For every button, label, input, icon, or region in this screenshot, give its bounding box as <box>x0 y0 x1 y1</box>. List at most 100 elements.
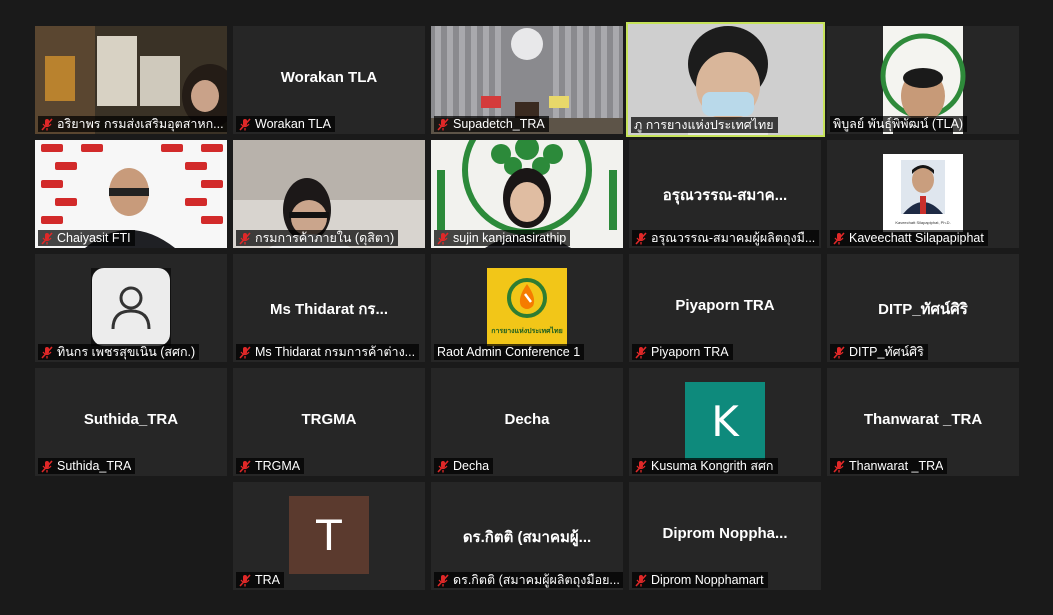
participant-name: Ms Thidarat กรมการค้าต่าง... <box>255 345 416 359</box>
name-bar: Piyaporn TRA <box>632 344 733 360</box>
muted-mic-icon <box>635 459 647 473</box>
participant-name: Chaiyasit FTI <box>57 231 131 245</box>
person-photo <box>901 160 945 214</box>
name-bar: Diprom Nopphamart <box>632 572 768 588</box>
participant-tile[interactable]: Diprom Noppha... Diprom Nopphamart <box>629 482 821 590</box>
participant-name: Worakan TLA <box>255 117 331 131</box>
participant-display-name: TRGMA <box>301 411 357 428</box>
muted-mic-icon <box>41 117 53 131</box>
participant-tile[interactable]: อริยาพร กรมส่งเสริมอุตสาหก... <box>35 26 227 134</box>
avatar-letter: K <box>711 396 739 446</box>
participant-display-name: Thanwarat _TRA <box>863 411 983 428</box>
name-bar: Ms Thidarat กรมการค้าต่าง... <box>236 344 420 360</box>
participant-name: sujin kanjanasirathip <box>453 231 567 245</box>
name-bar: Supadetch_TRA <box>434 116 549 132</box>
participant-tile-active-speaker[interactable]: ภู การยางแห่งประเทศไทย <box>626 22 825 137</box>
name-bar: Kaveechatt Silapapiphat <box>830 230 988 246</box>
participant-display-name: อรุณวรรณ-สมาค... <box>662 187 788 204</box>
name-bar: ภู การยางแห่งประเทศไทย <box>631 117 778 133</box>
participant-display-name: Diprom Noppha... <box>662 525 788 542</box>
participant-name: Kaveechatt Silapapiphat <box>849 231 984 245</box>
participant-name: Thanwarat _TRA <box>849 459 944 473</box>
name-bar: TRA <box>236 572 284 588</box>
participant-tile[interactable]: Thanwarat _TRA Thanwarat _TRA <box>827 368 1019 476</box>
muted-mic-icon <box>41 231 53 245</box>
muted-mic-icon <box>41 345 53 359</box>
participant-tile[interactable]: Kaveechatt Silapapiphat, Ph.D. Kaveechat… <box>827 140 1019 248</box>
participant-tile[interactable]: TRGMA TRGMA <box>233 368 425 476</box>
avatar-letter: T <box>316 510 342 560</box>
name-bar: DITP_ทัศน์ศิริ <box>830 344 928 360</box>
participant-tile[interactable]: พิบูลย์ พันธุ์พิพัฒน์ (TLA) <box>827 26 1019 134</box>
participant-name: Decha <box>453 459 490 473</box>
name-bar: Raot Admin Conference 1 <box>434 344 585 360</box>
muted-mic-icon <box>437 459 449 473</box>
muted-mic-icon <box>635 231 647 245</box>
muted-mic-icon <box>239 231 251 245</box>
participant-name: Supadetch_TRA <box>453 117 545 131</box>
participant-display-name: Worakan TLA <box>280 69 378 86</box>
muted-mic-icon <box>635 345 647 359</box>
participant-tile[interactable]: K Kusuma Kongrith สศก <box>629 368 821 476</box>
participant-tile[interactable]: DITP_ทัศน์ศิริ DITP_ทัศน์ศิริ <box>827 254 1019 362</box>
picture-caption: Kaveechatt Silapapiphat, Ph.D. <box>895 220 951 225</box>
muted-mic-icon <box>437 573 449 587</box>
participant-tile[interactable]: T TRA <box>233 482 425 590</box>
muted-mic-icon <box>833 459 845 473</box>
default-avatar <box>91 268 171 346</box>
letter-avatar: K <box>685 382 765 460</box>
participant-tile[interactable]: Chaiyasit FTI <box>35 140 227 248</box>
name-bar: TRGMA <box>236 458 305 474</box>
name-bar: Chaiyasit FTI <box>38 230 135 246</box>
participant-display-name: Ms Thidarat กร... <box>270 301 388 318</box>
logo-text: การยางแห่งประเทศไทย <box>491 328 563 335</box>
participant-tile[interactable]: Worakan TLA Worakan TLA <box>233 26 425 134</box>
participant-tile[interactable]: ดร.กิตติ (สมาคมผู้... ดร.กิตติ (สมาคมผู้… <box>431 482 623 590</box>
name-bar: กรมการค้าภายใน (ดุสิตา) <box>236 230 399 246</box>
name-bar: Suthida_TRA <box>38 458 136 474</box>
participant-name: พิบูลย์ พันธุ์พิพัฒน์ (TLA) <box>833 117 964 131</box>
participant-name: ทินกร เพชรสุขเนิน (สศก.) <box>57 345 196 359</box>
name-bar: Decha <box>434 458 494 474</box>
participant-tile[interactable]: ทินกร เพชรสุขเนิน (สศก.) <box>35 254 227 362</box>
participant-tile[interactable]: Supadetch_TRA <box>431 26 623 134</box>
participant-display-name: ดร.กิตติ (สมาคมผู้... <box>462 529 592 546</box>
participant-tile[interactable]: sujin kanjanasirathip <box>431 140 623 248</box>
participant-name: TRA <box>255 573 280 587</box>
name-bar: พิบูลย์ พันธุ์พิพัฒน์ (TLA) <box>830 116 968 132</box>
participant-display-name: Piyaporn TRA <box>675 297 775 314</box>
participant-name: กรมการค้าภายใน (ดุสิตา) <box>255 231 395 245</box>
participant-tile[interactable]: Suthida_TRA Suthida_TRA <box>35 368 227 476</box>
participant-name: Suthida_TRA <box>57 459 132 473</box>
name-bar: อรุณวรรณ-สมาคมผู้ผลิตถุงมื... <box>632 230 820 246</box>
participant-tile[interactable]: กรมการค้าภายใน (ดุสิตา) <box>233 140 425 248</box>
name-bar: ดร.กิตติ (สมาคมผู้ผลิตถุงมือย... <box>434 572 623 588</box>
name-bar: ทินกร เพชรสุขเนิน (สศก.) <box>38 344 200 360</box>
name-bar: sujin kanjanasirathip <box>434 230 571 246</box>
name-bar: Kusuma Kongrith สศก <box>632 458 778 474</box>
muted-mic-icon <box>635 573 647 587</box>
name-bar: อริยาพร กรมส่งเสริมอุตสาหก... <box>38 116 227 132</box>
participant-name: Piyaporn TRA <box>651 345 729 359</box>
participant-name: TRGMA <box>255 459 301 473</box>
participant-tile[interactable]: Piyaporn TRA Piyaporn TRA <box>629 254 821 362</box>
participant-name: อรุณวรรณ-สมาคมผู้ผลิตถุงมื... <box>651 231 816 245</box>
participant-tile[interactable]: Ms Thidarat กร... Ms Thidarat กรมการค้าต… <box>233 254 425 362</box>
participant-tile[interactable]: Decha Decha <box>431 368 623 476</box>
muted-mic-icon <box>41 459 53 473</box>
participant-name: ดร.กิตติ (สมาคมผู้ผลิตถุงมือย... <box>453 573 620 587</box>
participant-name: Diprom Nopphamart <box>651 573 764 587</box>
participant-name: Kusuma Kongrith สศก <box>651 459 774 473</box>
participant-display-name: Suthida_TRA <box>83 411 179 428</box>
name-bar: Thanwarat _TRA <box>830 458 948 474</box>
profile-picture: Kaveechatt Silapapiphat, Ph.D. <box>883 154 963 232</box>
participant-display-name: DITP_ทัศน์ศิริ <box>878 301 968 318</box>
participant-name: อริยาพร กรมส่งเสริมอุตสาหก... <box>57 117 224 131</box>
person-icon <box>111 286 151 330</box>
participant-tile[interactable]: การยางแห่งประเทศไทย Raot Admin Conferenc… <box>431 254 623 362</box>
name-bar: Worakan TLA <box>236 116 335 132</box>
participant-tile[interactable]: อรุณวรรณ-สมาค... อรุณวรรณ-สมาคมผู้ผลิตถุ… <box>629 140 821 248</box>
muted-mic-icon <box>239 459 251 473</box>
participant-name: DITP_ทัศน์ศิริ <box>849 345 924 359</box>
muted-mic-icon <box>239 345 251 359</box>
